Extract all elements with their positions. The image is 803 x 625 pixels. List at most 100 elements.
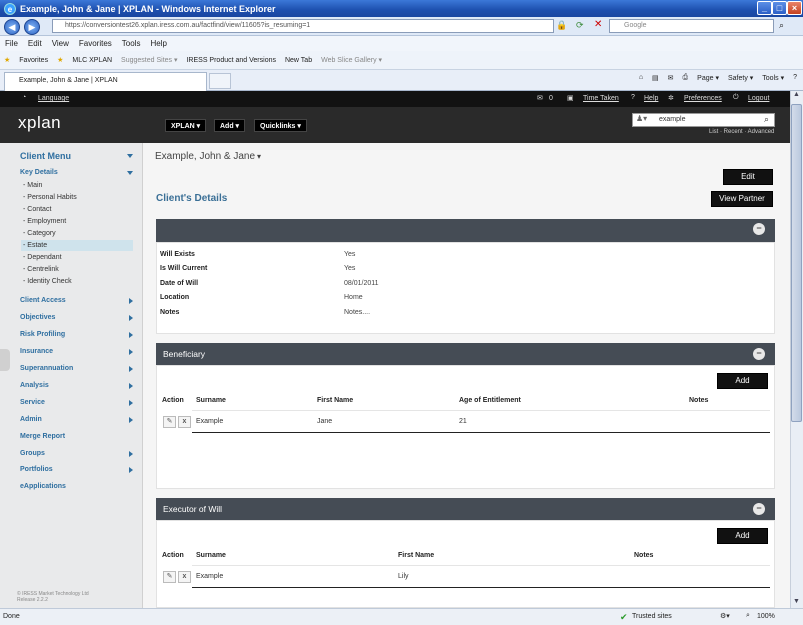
sidebar-admin[interactable]: Admin: [20, 416, 42, 423]
home-icon[interactable]: ⌂: [639, 74, 643, 82]
command-page[interactable]: Page ▾: [697, 74, 719, 82]
refresh-icon[interactable]: ⟳: [576, 20, 584, 31]
preferences-link[interactable]: Preferences: [684, 95, 722, 102]
sidebar-analysis[interactable]: Analysis: [20, 382, 49, 389]
sidebar-item-identity-check[interactable]: - Identity Check: [23, 278, 72, 285]
edit-pencil-icon[interactable]: ✎: [163, 571, 176, 583]
time-taken-link[interactable]: Time Taken: [583, 95, 619, 102]
person-icon[interactable]: ♟▾: [636, 114, 647, 123]
chevron-right-icon[interactable]: [129, 332, 133, 338]
chevron-right-icon[interactable]: [129, 451, 133, 457]
fav-iress-product[interactable]: IRESS Product and Versions: [186, 57, 276, 64]
sidebar-merge-report[interactable]: Merge Report: [20, 433, 65, 440]
favorites-star-icon[interactable]: ★: [4, 56, 10, 64]
sidebar-groups[interactable]: Groups: [20, 450, 45, 457]
scroll-thumb[interactable]: [791, 104, 802, 422]
mail-icon[interactable]: ✉: [668, 74, 674, 82]
sidebar-item-centrelink[interactable]: - Centrelink: [23, 266, 59, 273]
help-icon[interactable]: ?: [793, 74, 797, 82]
zoom-level[interactable]: 100%: [757, 613, 775, 620]
sidebar-client-access[interactable]: Client Access: [20, 297, 66, 304]
delete-x-icon[interactable]: x: [178, 571, 191, 583]
quicklinks-menu-button[interactable]: Quicklinks ▾: [254, 119, 307, 132]
fav-web-slice[interactable]: Web Slice Gallery ▾: [321, 56, 382, 64]
add-beneficiary-button[interactable]: Add: [717, 373, 768, 389]
fav-new-tab[interactable]: New Tab: [285, 57, 312, 64]
feeds-icon[interactable]: ▤: [652, 74, 659, 82]
lock-icon[interactable]: 🔒: [556, 20, 567, 31]
menu-edit[interactable]: Edit: [28, 39, 42, 48]
menu-file[interactable]: File: [5, 39, 18, 48]
sidebar-portfolios[interactable]: Portfolios: [20, 466, 53, 473]
zoom-icon[interactable]: ⌕: [746, 612, 750, 620]
delete-x-icon[interactable]: x: [178, 416, 191, 428]
browser-search-input[interactable]: Google: [609, 19, 774, 33]
chevron-right-icon[interactable]: [129, 315, 133, 321]
header-search-icon[interactable]: ⌕: [764, 114, 769, 125]
menu-tools[interactable]: Tools: [122, 39, 141, 48]
print-icon[interactable]: ⎙: [683, 74, 689, 82]
key-details-heading[interactable]: Key Details: [20, 169, 58, 176]
xplan-menu-button[interactable]: XPLAN ▾: [165, 119, 207, 132]
close-window-button[interactable]: ×: [787, 1, 802, 15]
client-name-title[interactable]: Example, John & Jane: [155, 151, 255, 162]
collapse-executor-icon[interactable]: −: [753, 503, 765, 515]
sidebar-superannuation[interactable]: Superannuation: [20, 365, 73, 372]
favorites-button[interactable]: Favorites: [19, 57, 48, 64]
chevron-down-icon[interactable]: [127, 154, 133, 158]
sidebar-item-personal-habits[interactable]: - Personal Habits: [23, 194, 77, 201]
sidebar-item-estate[interactable]: - Estate: [23, 242, 47, 249]
help-link[interactable]: Help: [644, 95, 658, 102]
fav-mlc-xplan[interactable]: MLC XPLAN: [72, 57, 112, 64]
client-search-input[interactable]: example: [632, 113, 775, 127]
url-field[interactable]: https://conversiontest26.xplan.iress.com…: [52, 19, 554, 33]
scroll-down-icon[interactable]: ▼: [793, 598, 800, 605]
menu-favorites[interactable]: Favorites: [79, 39, 112, 48]
messages-icon[interactable]: ✉: [537, 94, 543, 102]
sidebar-item-employment[interactable]: - Employment: [23, 218, 66, 225]
search-links[interactable]: List · Recent · Advanced: [709, 129, 774, 135]
sidebar-item-main[interactable]: - Main: [23, 182, 42, 189]
command-safety[interactable]: Safety ▾: [728, 74, 753, 82]
edit-button[interactable]: Edit: [723, 169, 773, 185]
chevron-right-icon[interactable]: [129, 417, 133, 423]
chevron-right-icon[interactable]: [129, 383, 133, 389]
chevron-right-icon[interactable]: [129, 400, 133, 406]
command-tools[interactable]: Tools ▾: [762, 74, 784, 82]
sidebar-eapplications[interactable]: eApplications: [20, 483, 66, 490]
sidebar-collapse-handle[interactable]: [0, 349, 10, 371]
sidebar-item-contact[interactable]: - Contact: [23, 206, 51, 213]
view-partner-button[interactable]: View Partner: [711, 191, 773, 207]
chevron-right-icon[interactable]: [129, 467, 133, 473]
language-link[interactable]: Language: [38, 95, 69, 102]
menu-view[interactable]: View: [52, 39, 69, 48]
minimize-button[interactable]: _: [757, 1, 772, 15]
add-menu-button[interactable]: Add ▾: [214, 119, 246, 132]
stop-icon[interactable]: ✕: [594, 19, 602, 30]
chevron-right-icon[interactable]: [129, 298, 133, 304]
browser-tab[interactable]: Example, John & Jane | XPLAN: [4, 72, 207, 91]
client-dropdown-icon[interactable]: ▾: [257, 152, 261, 161]
sidebar-item-dependant[interactable]: - Dependant: [23, 254, 62, 261]
fav-suggested-sites[interactable]: Suggested Sites ▾: [121, 56, 177, 64]
back-icon[interactable]: ◀: [4, 19, 20, 35]
collapse-estate-icon[interactable]: −: [753, 223, 765, 235]
chevron-right-icon[interactable]: [129, 349, 133, 355]
collapse-beneficiary-icon[interactable]: −: [753, 348, 765, 360]
sidebar-insurance[interactable]: Insurance: [20, 348, 53, 355]
chevron-down-icon[interactable]: [127, 171, 133, 175]
sidebar-risk-profiling[interactable]: Risk Profiling: [20, 331, 65, 338]
add-favorite-icon[interactable]: ★: [57, 56, 63, 64]
logout-link[interactable]: Logout: [748, 95, 769, 102]
xplan-logo[interactable]: xplan: [18, 113, 61, 133]
maximize-button[interactable]: □: [772, 1, 787, 15]
new-tab-button[interactable]: [209, 73, 231, 89]
sidebar-service[interactable]: Service: [20, 399, 45, 406]
add-executor-button[interactable]: Add: [717, 528, 768, 544]
forward-icon[interactable]: ▶: [24, 19, 40, 35]
security-zone[interactable]: Trusted sites: [632, 613, 672, 620]
edit-pencil-icon[interactable]: ✎: [163, 416, 176, 428]
menu-help[interactable]: Help: [150, 39, 166, 48]
sidebar-item-category[interactable]: - Category: [23, 230, 56, 237]
protected-mode-icon[interactable]: ⚙▾: [720, 612, 730, 620]
